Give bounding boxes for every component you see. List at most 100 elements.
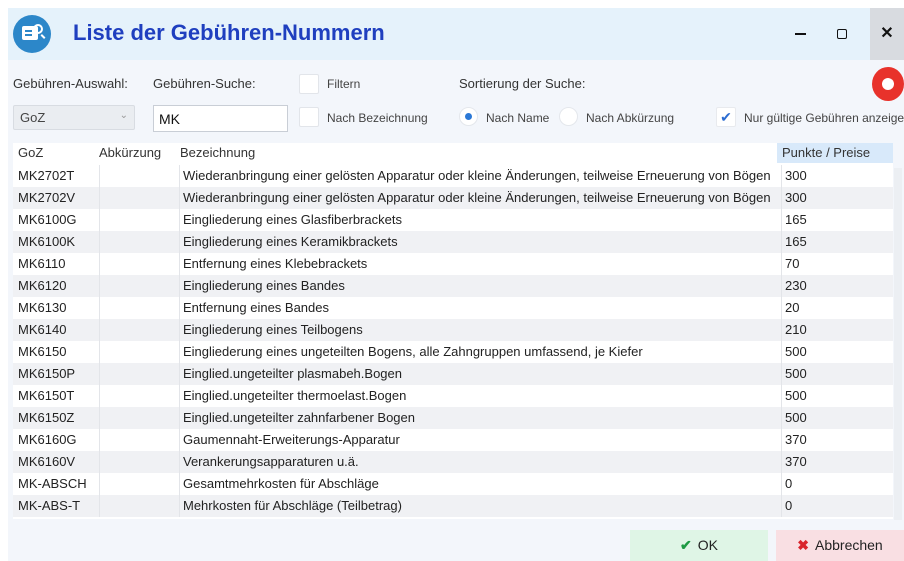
fee-selection-label: Gebühren-Auswahl: (13, 76, 128, 91)
table-row[interactable]: MK6150T Einglied.ungeteilter thermoelast.… (13, 385, 893, 407)
by-description-checkbox[interactable] (299, 107, 319, 127)
cell-goz: MK6160V (18, 454, 76, 469)
cell-abbreviation (99, 165, 179, 187)
table-row[interactable]: MK-ABSCH Gesamtmehrkosten für Abschläge 0 (13, 473, 893, 495)
table-row[interactable]: MK6120 Eingliederung eines Bandes 230 (13, 275, 893, 297)
cell-abbreviation (99, 341, 179, 363)
cell-abbreviation (99, 451, 179, 473)
column-header-goz[interactable]: GoZ (18, 145, 43, 160)
cell-goz: MK6130 (18, 300, 67, 315)
title-bar: Liste der Gebühren-Nummern ✕ (8, 8, 904, 60)
ok-button[interactable]: ✔ OK (630, 530, 768, 561)
cell-abbreviation (99, 187, 179, 209)
cell-abbreviation (99, 429, 179, 451)
cross-icon: ✖ (797, 537, 809, 553)
table-row[interactable]: MK6140 Eingliederung eines Teilbogens 210 (13, 319, 893, 341)
record-icon[interactable] (872, 67, 904, 101)
vertical-scrollbar[interactable] (894, 168, 902, 520)
cell-abbreviation (99, 363, 179, 385)
cell-goz: MK6100G (18, 212, 77, 227)
cell-abbreviation (99, 231, 179, 253)
column-header-description[interactable]: Bezeichnung (180, 145, 255, 160)
only-valid-checkbox[interactable]: ✔ (716, 107, 736, 127)
cell-points-prices: 300 (781, 165, 893, 187)
only-valid-label: Nur gültige Gebühren anzeigen (744, 111, 904, 125)
cell-description: Eingliederung eines Keramikbrackets (179, 231, 781, 253)
cell-points-prices: 70 (781, 253, 893, 275)
fee-selection-dropdown[interactable]: GoZ ⌄ (13, 105, 135, 130)
cell-description: Eingliederung eines Teilbogens (179, 319, 781, 341)
cell-goz: MK-ABS-T (18, 498, 81, 513)
cell-description: Entfernung eines Klebebrackets (179, 253, 781, 275)
cell-goz: MK-ABSCH (18, 476, 87, 491)
cell-points-prices: 500 (781, 407, 893, 429)
cell-goz: MK6150T (18, 388, 75, 403)
filter-checkbox[interactable] (299, 74, 319, 94)
sort-by-abbrev-radio[interactable] (559, 107, 578, 126)
table-row[interactable]: MK6150 Eingliederung eines ungeteilten Bo… (13, 341, 893, 363)
column-header-abbreviation[interactable]: Abkürzung (99, 145, 161, 160)
cancel-button[interactable]: ✖ Abbrechen (776, 530, 904, 561)
table-body: MK2702T Wiederanbringung einer gelösten A… (13, 165, 893, 517)
cell-points-prices: 165 (781, 209, 893, 231)
cell-points-prices: 500 (781, 341, 893, 363)
cell-goz: MK6150P (18, 366, 76, 381)
table-row[interactable]: MK-ABS-T Mehrkosten für Abschläge (Teilbe… (13, 495, 893, 517)
cell-goz: MK6150Z (18, 410, 75, 425)
cell-description: Wiederanbringung einer gelösten Apparatu… (179, 165, 781, 187)
cell-description: Gesamtmehrkosten für Abschläge (179, 473, 781, 495)
table-row[interactable]: MK2702V Wiederanbringung einer gelösten A… (13, 187, 893, 209)
by-description-label: Nach Bezeichnung (327, 111, 428, 125)
table-row[interactable]: MK6150P Einglied.ungeteilter plasmabeh.Bo… (13, 363, 893, 385)
table-row[interactable]: MK6160V Verankerungsapparaturen u.ä. 370 (13, 451, 893, 473)
app-search-icon (13, 15, 51, 53)
cell-goz: MK6110 (18, 256, 66, 271)
table-row[interactable]: MK6100G Eingliederung eines Glasfiberbrac… (13, 209, 893, 231)
table-header: GoZ Abkürzung Bezeichnung Punkte / Preis… (13, 143, 893, 163)
table-row[interactable]: MK6110 Entfernung eines Klebebrackets 70 (13, 253, 893, 275)
table-row[interactable]: MK6100K Eingliederung eines Keramikbracke… (13, 231, 893, 253)
cell-description: Einglied.ungeteilter zahnfarbener Bogen (179, 407, 781, 429)
cell-points-prices: 0 (781, 495, 893, 517)
fee-table: GoZ Abkürzung Bezeichnung Punkte / Preis… (13, 143, 893, 519)
fee-search-input[interactable]: MK (153, 105, 288, 132)
ok-button-label: OK (697, 537, 718, 553)
cell-description: Eingliederung eines Glasfiberbrackets (179, 209, 781, 231)
cell-points-prices: 500 (781, 363, 893, 385)
fee-search-label: Gebühren-Suche: (153, 76, 256, 91)
sort-by-name-radio[interactable] (459, 107, 478, 126)
cell-goz: MK6100K (18, 234, 76, 249)
cell-points-prices: 20 (781, 297, 893, 319)
minimize-icon[interactable] (778, 8, 822, 60)
sort-by-abbrev-label: Nach Abkürzung (586, 111, 675, 125)
fee-list-window: Liste der Gebühren-Nummern ✕ Gebühren-Au… (8, 8, 904, 561)
chevron-down-icon: ⌄ (119, 110, 128, 121)
cell-goz: MK2702V (18, 190, 76, 205)
cell-description: Gaumennaht-Erweiterungs-Apparatur (179, 429, 781, 451)
cell-points-prices: 370 (781, 429, 893, 451)
table-row[interactable]: MK6130 Entfernung eines Bandes 20 (13, 297, 893, 319)
cell-goz: MK6120 (18, 278, 67, 293)
maximize-icon[interactable] (820, 8, 864, 60)
column-header-points-prices[interactable]: Punkte / Preise (777, 143, 893, 163)
cell-points-prices: 300 (781, 187, 893, 209)
cell-points-prices: 0 (781, 473, 893, 495)
cell-points-prices: 210 (781, 319, 893, 341)
cell-abbreviation (99, 297, 179, 319)
table-row[interactable]: MK6160G Gaumennaht-Erweiterungs-Apparatur… (13, 429, 893, 451)
cell-points-prices: 230 (781, 275, 893, 297)
cell-goz: MK6140 (18, 322, 67, 337)
cancel-button-label: Abbrechen (815, 537, 883, 553)
cell-description: Eingliederung eines Bandes (179, 275, 781, 297)
cell-description: Eingliederung eines ungeteilten Bogens, … (179, 341, 781, 363)
close-icon[interactable]: ✕ (870, 8, 904, 60)
cell-goz: MK2702T (18, 168, 75, 183)
cell-abbreviation (99, 495, 179, 517)
cell-abbreviation (99, 209, 179, 231)
cell-description: Verankerungsapparaturen u.ä. (179, 451, 781, 473)
check-icon: ✔ (680, 537, 692, 553)
cell-abbreviation (99, 473, 179, 495)
cell-points-prices: 370 (781, 451, 893, 473)
table-row[interactable]: MK6150Z Einglied.ungeteilter zahnfarbener… (13, 407, 893, 429)
table-row[interactable]: MK2702T Wiederanbringung einer gelösten A… (13, 165, 893, 187)
